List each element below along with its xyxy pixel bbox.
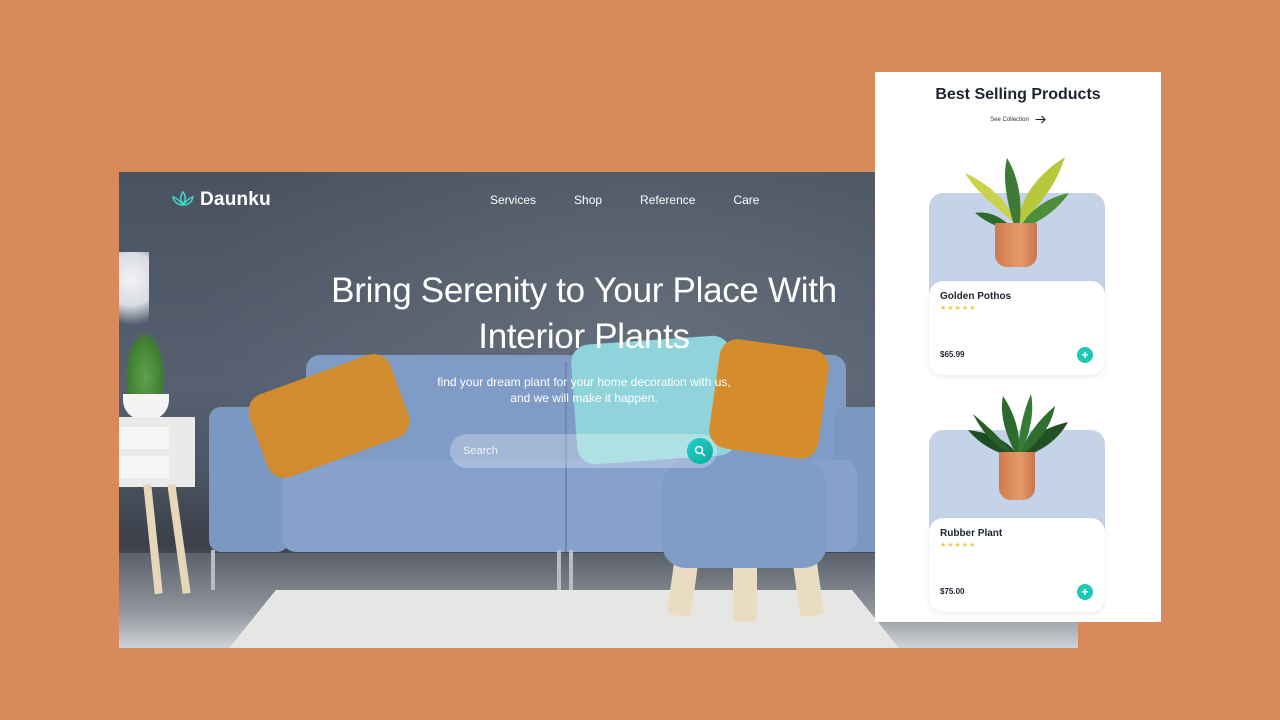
nav-link-reference[interactable]: Reference <box>640 193 695 207</box>
search-button[interactable] <box>687 438 713 464</box>
product-price: $75.00 <box>940 587 965 596</box>
card-info: Rubber Plant ★★★★★ $75.00 + <box>929 518 1105 612</box>
brand-name: Daunku <box>200 189 271 210</box>
see-collection-link[interactable]: See Collection <box>875 115 1161 124</box>
nav-link-shop[interactable]: Shop <box>574 193 602 207</box>
nav-link-care[interactable]: Care <box>733 193 759 207</box>
hero-subline-line2: and we will make it happen. <box>510 391 658 405</box>
plus-icon: + <box>1081 348 1089 362</box>
brand[interactable]: Daunku <box>171 188 271 212</box>
hero-headline-line1: Bring Serenity to Your Place With <box>331 271 837 310</box>
product-card[interactable]: Rubber Plant ★★★★★ $75.00 + <box>929 394 1105 612</box>
add-to-cart-button[interactable]: + <box>1077 347 1093 363</box>
side-table-drawer <box>119 427 169 449</box>
rubber-plant-image <box>968 394 1068 458</box>
product-name: Rubber Plant <box>940 528 1003 539</box>
succulent-plant <box>125 332 165 396</box>
search-input[interactable] <box>450 445 687 457</box>
side-table-drawer <box>119 456 169 478</box>
pot <box>995 223 1037 267</box>
sofa-leg <box>557 550 561 590</box>
arrow-right-icon <box>1035 115 1046 124</box>
hero-subline-line1: find your dream plant for your home deco… <box>437 375 731 389</box>
ottoman-leg <box>733 560 757 622</box>
lotus-logo-icon <box>171 190 195 206</box>
product-price: $65.99 <box>940 350 965 359</box>
product-name: Golden Pothos <box>940 291 1012 302</box>
pot <box>999 452 1035 500</box>
golden-pothos-plant-image <box>965 157 1069 230</box>
see-collection-label: See Collection <box>990 116 1029 123</box>
rating-stars: ★★★★★ <box>940 305 977 312</box>
ottoman <box>662 458 827 568</box>
orchid-plant <box>119 252 149 342</box>
hero-subline: find your dream plant for your home deco… <box>389 374 779 406</box>
sofa-leg <box>569 550 573 590</box>
product-card[interactable]: Golden Pothos ★★★★★ $65.99 + <box>929 157 1105 375</box>
best-selling-panel: Best Selling Products See Collection Gol… <box>875 72 1161 622</box>
search-bar <box>450 434 717 468</box>
hero-headline: Bring Serenity to Your Place With Interi… <box>289 268 879 360</box>
hero-headline-line2: Interior Plants <box>478 317 690 356</box>
card-info: Golden Pothos ★★★★★ $65.99 + <box>929 281 1105 375</box>
panel-title: Best Selling Products <box>935 86 1101 103</box>
nav-links: Services Shop Reference Care <box>490 193 797 207</box>
plus-icon: + <box>1081 585 1089 599</box>
add-to-cart-button[interactable]: + <box>1077 584 1093 600</box>
search-icon <box>694 445 706 457</box>
nav-link-services[interactable]: Services <box>490 193 536 207</box>
rating-stars: ★★★★★ <box>940 542 977 549</box>
sofa-leg <box>211 550 215 590</box>
